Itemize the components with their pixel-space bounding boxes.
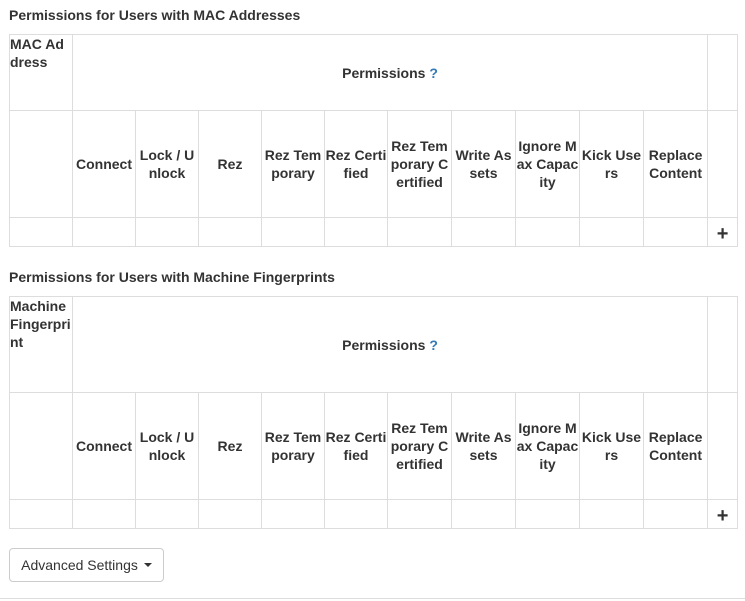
column-header-replace-content: Replace Content [642,110,709,218]
empty-cell [642,217,709,247]
column-header-kick-users: Kick Users [579,392,644,500]
column-header-connect: Connect [72,392,136,500]
column-header-write-assets: Write Assets [451,110,516,218]
column-header-rez-temporary: Rez Temporary [261,110,325,218]
column-header-replace-content: Replace Content [642,392,709,500]
blank-header-cell [707,110,739,218]
add-row: + [9,499,739,529]
advanced-settings-label: Advanced Settings [21,557,138,573]
empty-cell [135,499,199,529]
column-header-lock-unlock: Lock / Unlock [135,392,199,500]
mac-permissions-table: MAC Address Permissions? Connect Lock / … [9,34,739,247]
add-row: + [9,217,739,247]
permissions-header-label: Permissions [342,336,426,353]
blank-header-cell [707,392,739,500]
blank-header-cell [9,110,73,218]
empty-cell [451,499,516,529]
empty-cell [72,217,136,247]
empty-cell [642,499,709,529]
column-header-lock-unlock: Lock / Unlock [135,110,199,218]
empty-cell [324,499,388,529]
caret-down-icon [143,563,152,567]
add-cell: + [707,499,739,529]
machine-fingerprint-header: Machine Fingerprint [9,296,73,393]
column-header-ignore-max-capacity: Ignore Max Capacity [515,392,580,500]
empty-cell [579,217,644,247]
empty-cell [579,499,644,529]
fingerprint-section-title: Permissions for Users with Machine Finge… [9,269,335,285]
help-icon[interactable]: ? [429,65,438,81]
blank-header-cell [707,296,739,393]
empty-cell [387,499,452,529]
empty-cell [198,499,262,529]
permissions-header: Permissions? [71,34,709,111]
empty-cell [261,217,325,247]
empty-cell [387,217,452,247]
empty-cell [9,217,73,247]
column-header-connect: Connect [72,110,136,218]
divider [0,598,745,599]
column-header-write-assets: Write Assets [451,392,516,500]
column-header-ignore-max-capacity: Ignore Max Capacity [515,110,580,218]
empty-cell [135,217,199,247]
column-header-rez-temporary-certified: Rez Temporary Certified [387,392,452,500]
permissions-header: Permissions? [71,296,709,393]
mac-section-title: Permissions for Users with MAC Addresses [9,7,301,23]
advanced-settings-button[interactable]: Advanced Settings [9,548,164,582]
blank-header-cell [707,34,739,111]
empty-cell [451,217,516,247]
column-header-rez-certified: Rez Certified [324,392,388,500]
add-fingerprint-button[interactable]: + [708,502,737,526]
column-header-rez-temporary: Rez Temporary [261,392,325,500]
column-header-rez: Rez [198,110,262,218]
empty-cell [515,499,580,529]
empty-cell [9,499,73,529]
empty-cell [261,499,325,529]
column-header-rez-certified: Rez Certified [324,110,388,218]
empty-cell [324,217,388,247]
fingerprint-permissions-table: Machine Fingerprint Permissions? Connect… [9,296,739,529]
add-cell: + [707,217,739,247]
column-header-kick-users: Kick Users [579,110,644,218]
empty-cell [72,499,136,529]
mac-address-header: MAC Address [9,34,73,111]
column-header-rez-temporary-certified: Rez Temporary Certified [387,110,452,218]
empty-cell [198,217,262,247]
empty-cell [515,217,580,247]
add-mac-button[interactable]: + [708,220,737,244]
help-icon[interactable]: ? [429,337,438,353]
column-header-rez: Rez [198,392,262,500]
permissions-header-label: Permissions [342,64,426,81]
blank-header-cell [9,392,73,500]
